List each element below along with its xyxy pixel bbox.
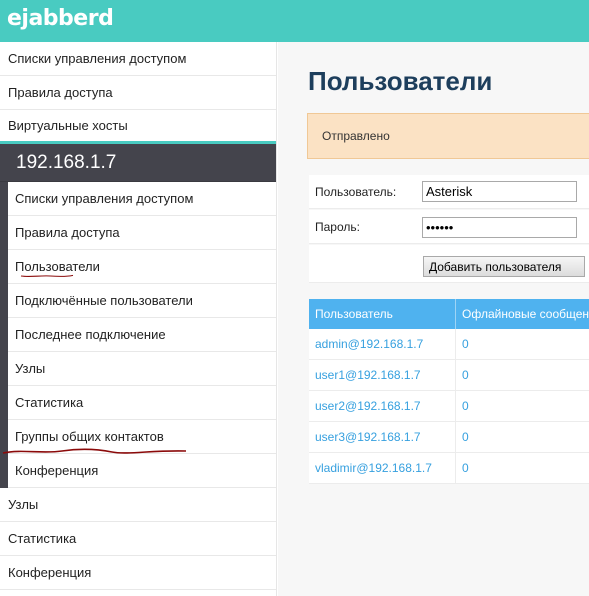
offline-count-link[interactable]: 0 (455, 391, 589, 422)
page-title: Пользователи (308, 66, 493, 96)
column-header-offline-messages: Офлайновые сообщения (455, 299, 589, 329)
sidebar-item-access-rules[interactable]: Правила доступа (0, 76, 276, 110)
host-item-nodes[interactable]: Узлы (8, 352, 276, 386)
table-header-row: Пользователь Офлайновые сообщения (309, 299, 589, 329)
offline-count-link[interactable]: 0 (455, 329, 589, 360)
offline-count-link[interactable]: 0 (455, 422, 589, 453)
offline-count-link[interactable]: 0 (455, 360, 589, 391)
user-link[interactable]: vladimir@192.168.1.7 (309, 453, 455, 484)
sidebar-item-muc[interactable]: Конференция (0, 556, 276, 590)
host-item-last-activity[interactable]: Последнее подключение (8, 318, 276, 352)
top-header: ejabberd (0, 0, 589, 42)
user-link[interactable]: admin@192.168.1.7 (309, 329, 455, 360)
user-label: Пользователь: (315, 185, 397, 199)
annotation-underline-users (20, 274, 74, 278)
add-user-button[interactable]: Добавить пользователя (423, 256, 585, 277)
ejabberd-logo[interactable]: ejabberd (7, 6, 114, 31)
user-link[interactable]: user3@192.168.1.7 (309, 422, 455, 453)
host-section: 192.168.1.7 Списки управления доступом П… (0, 144, 276, 488)
host-item-muc[interactable]: Конференция (8, 454, 276, 488)
form-row-user: Пользователь: (309, 175, 589, 209)
password-label: Пароль: (315, 220, 360, 234)
result-notice: Отправлено (307, 113, 589, 159)
offline-count-link[interactable]: 0 (455, 453, 589, 484)
users-table: Пользователь Офлайновые сообщения admin@… (309, 299, 589, 484)
form-row-password: Пароль: (309, 210, 589, 244)
sidebar-item-virtual-hosts[interactable]: Виртуальные хосты (0, 110, 276, 144)
host-item-shared-roster-groups[interactable]: Группы общих контактов (2, 420, 276, 454)
username-input[interactable] (422, 181, 577, 202)
table-row: vladimir@192.168.1.7 0 (309, 453, 589, 484)
table-row: user1@192.168.1.7 0 (309, 360, 589, 391)
sidebar: Списки управления доступом Правила досту… (0, 42, 277, 596)
user-link[interactable]: user1@192.168.1.7 (309, 360, 455, 391)
sidebar-item-nodes[interactable]: Узлы (0, 488, 276, 522)
table-row: user3@192.168.1.7 0 (309, 422, 589, 453)
host-item-shared-roster-label: Группы общих контактов (15, 429, 164, 444)
host-item-online-users[interactable]: Подключённые пользователи (8, 284, 276, 318)
host-item-access-rules[interactable]: Правила доступа (8, 216, 276, 250)
column-header-user: Пользователь (315, 307, 393, 321)
host-item-acl[interactable]: Списки управления доступом (8, 182, 276, 216)
password-input[interactable] (422, 217, 577, 238)
host-item-users-label: Пользователи (15, 259, 100, 274)
host-title[interactable]: 192.168.1.7 (0, 144, 276, 182)
host-item-users[interactable]: Пользователи (8, 250, 276, 284)
host-item-statistics[interactable]: Статистика (8, 386, 276, 420)
table-row: admin@192.168.1.7 0 (309, 329, 589, 360)
user-link[interactable]: user2@192.168.1.7 (309, 391, 455, 422)
table-row: user2@192.168.1.7 0 (309, 391, 589, 422)
notice-text: Отправлено (322, 129, 390, 143)
sidebar-item-acl[interactable]: Списки управления доступом (0, 42, 276, 76)
sidebar-item-statistics[interactable]: Статистика (0, 522, 276, 556)
main-content: Пользователи Отправлено Пользователь: Па… (278, 42, 589, 596)
